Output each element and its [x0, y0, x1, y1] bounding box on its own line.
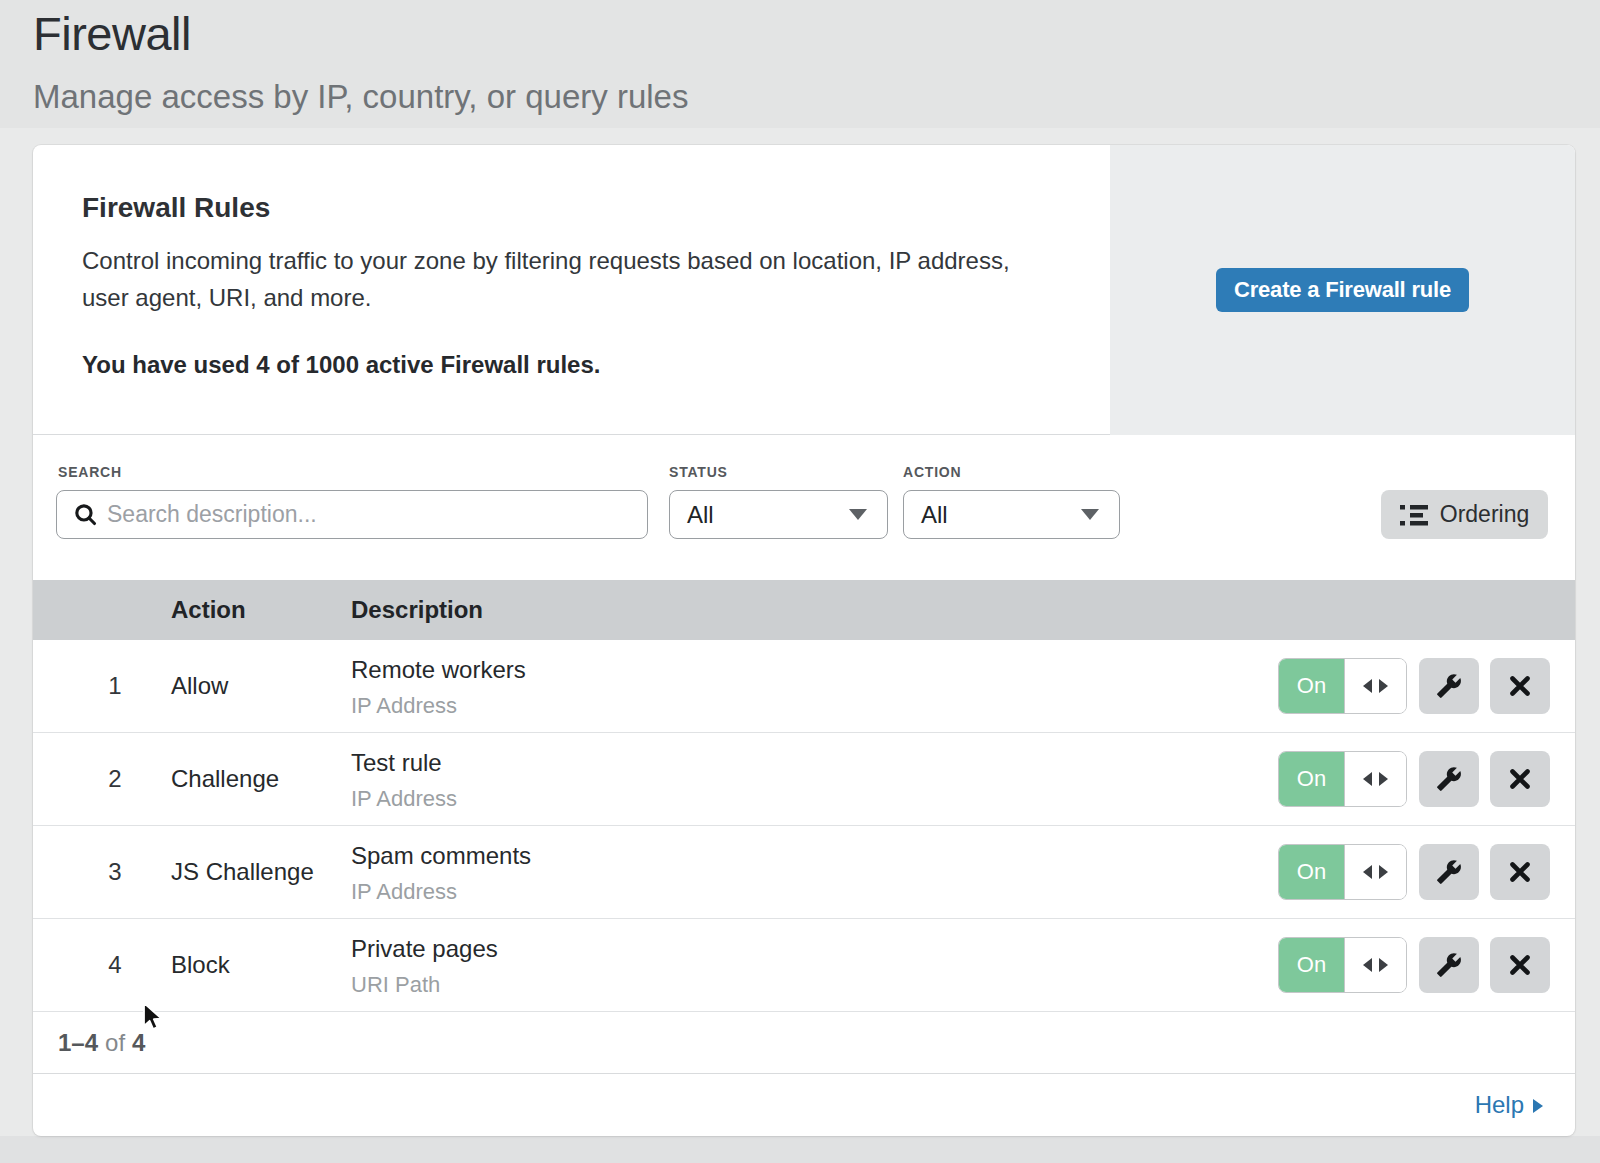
help-label: Help: [1475, 1091, 1524, 1119]
edit-rule-button[interactable]: [1419, 751, 1479, 807]
section-description: Control incoming traffic to your zone by…: [82, 242, 1017, 316]
toggle-on-state[interactable]: On: [1279, 938, 1344, 992]
rule-description: Spam comments: [351, 842, 531, 870]
page-subtitle: Manage access by IP, country, or query r…: [33, 78, 688, 116]
rule-toggle[interactable]: On: [1278, 751, 1407, 807]
wrench-icon: [1436, 859, 1462, 885]
arrow-right-icon: [1379, 772, 1388, 786]
search-input[interactable]: [97, 491, 647, 538]
arrow-left-icon: [1363, 772, 1372, 786]
wrench-icon: [1436, 766, 1462, 792]
rule-priority: 3: [100, 826, 130, 918]
status-value: All: [687, 501, 714, 529]
edit-rule-button[interactable]: [1419, 937, 1479, 993]
action-value: All: [921, 501, 948, 529]
toggle-on-state[interactable]: On: [1279, 752, 1344, 806]
table-header: Action Description: [33, 580, 1575, 640]
table-row: 1 Allow Remote workers IP Address On: [33, 640, 1575, 733]
page-title: Firewall: [33, 6, 191, 61]
close-icon: [1508, 953, 1532, 977]
search-box[interactable]: [56, 490, 648, 539]
rule-priority: 4: [100, 919, 130, 1011]
arrow-right-icon: [1379, 958, 1388, 972]
rule-match-type: IP Address: [351, 786, 457, 812]
search-icon: [74, 503, 97, 526]
pagination-range: 1–4: [58, 1029, 98, 1057]
rule-match-type: IP Address: [351, 693, 457, 719]
search-label: SEARCH: [58, 464, 122, 480]
pagination: 1–4 of 4: [33, 1012, 1575, 1074]
rule-action: Allow: [171, 640, 228, 732]
table-row: 4 Block Private pages URI Path On: [33, 919, 1575, 1012]
toggle-handle[interactable]: [1344, 938, 1406, 992]
wrench-icon: [1436, 673, 1462, 699]
toggle-on-state[interactable]: On: [1279, 845, 1344, 899]
rule-action: Block: [171, 919, 230, 1011]
rule-toggle[interactable]: On: [1278, 658, 1407, 714]
toggle-handle[interactable]: [1344, 845, 1406, 899]
delete-rule-button[interactable]: [1490, 658, 1550, 714]
action-select[interactable]: All: [903, 490, 1120, 539]
create-firewall-rule-button[interactable]: Create a Firewall rule: [1216, 268, 1469, 312]
rule-toggle[interactable]: On: [1278, 937, 1407, 993]
delete-rule-button[interactable]: [1490, 937, 1550, 993]
help-link[interactable]: Help: [1475, 1091, 1543, 1119]
close-icon: [1508, 674, 1532, 698]
arrow-right-icon: [1533, 1099, 1543, 1113]
mouse-cursor: [136, 1000, 166, 1034]
rule-match-type: URI Path: [351, 972, 440, 998]
rule-action: JS Challenge: [171, 826, 314, 918]
edit-rule-button[interactable]: [1419, 658, 1479, 714]
edit-rule-button[interactable]: [1419, 844, 1479, 900]
ordering-button[interactable]: Ordering: [1381, 490, 1548, 539]
delete-rule-button[interactable]: [1490, 751, 1550, 807]
usage-summary: You have used 4 of 1000 active Firewall …: [82, 351, 600, 379]
arrow-left-icon: [1363, 679, 1372, 693]
chevron-down-icon: [849, 509, 867, 520]
help-footer: Help: [33, 1074, 1575, 1135]
section-heading: Firewall Rules: [82, 192, 270, 224]
table-row: 3 JS Challenge Spam comments IP Address …: [33, 826, 1575, 919]
action-label: ACTION: [903, 464, 961, 480]
close-icon: [1508, 860, 1532, 884]
status-label: STATUS: [669, 464, 728, 480]
rule-match-type: IP Address: [351, 879, 457, 905]
rule-toggle[interactable]: On: [1278, 844, 1407, 900]
toggle-handle[interactable]: [1344, 752, 1406, 806]
rule-description: Remote workers: [351, 656, 526, 684]
ordered-list-icon: [1400, 504, 1428, 526]
status-select[interactable]: All: [669, 490, 888, 539]
toggle-handle[interactable]: [1344, 659, 1406, 713]
firewall-rules-section: Firewall Rules Control incoming traffic …: [33, 145, 1575, 435]
table-row: 2 Challenge Test rule IP Address On: [33, 733, 1575, 826]
pagination-of: of: [98, 1029, 132, 1057]
arrow-right-icon: [1379, 865, 1388, 879]
firewall-card: Firewall Rules Control incoming traffic …: [33, 145, 1575, 1136]
arrow-left-icon: [1363, 958, 1372, 972]
arrow-right-icon: [1379, 679, 1388, 693]
rule-priority: 2: [100, 733, 130, 825]
chevron-down-icon: [1081, 509, 1099, 520]
rule-action: Challenge: [171, 733, 279, 825]
column-header-action: Action: [171, 580, 246, 640]
wrench-icon: [1436, 952, 1462, 978]
ordering-label: Ordering: [1440, 501, 1529, 528]
rule-priority: 1: [100, 640, 130, 732]
arrow-left-icon: [1363, 865, 1372, 879]
rule-description: Test rule: [351, 749, 442, 777]
close-icon: [1508, 767, 1532, 791]
toggle-on-state[interactable]: On: [1279, 659, 1344, 713]
rule-description: Private pages: [351, 935, 498, 963]
filters-section: SEARCH STATUS ACTION All All Ordering: [33, 435, 1575, 580]
column-header-description: Description: [351, 580, 483, 640]
delete-rule-button[interactable]: [1490, 844, 1550, 900]
page-bottom-margin: [0, 1136, 1600, 1163]
